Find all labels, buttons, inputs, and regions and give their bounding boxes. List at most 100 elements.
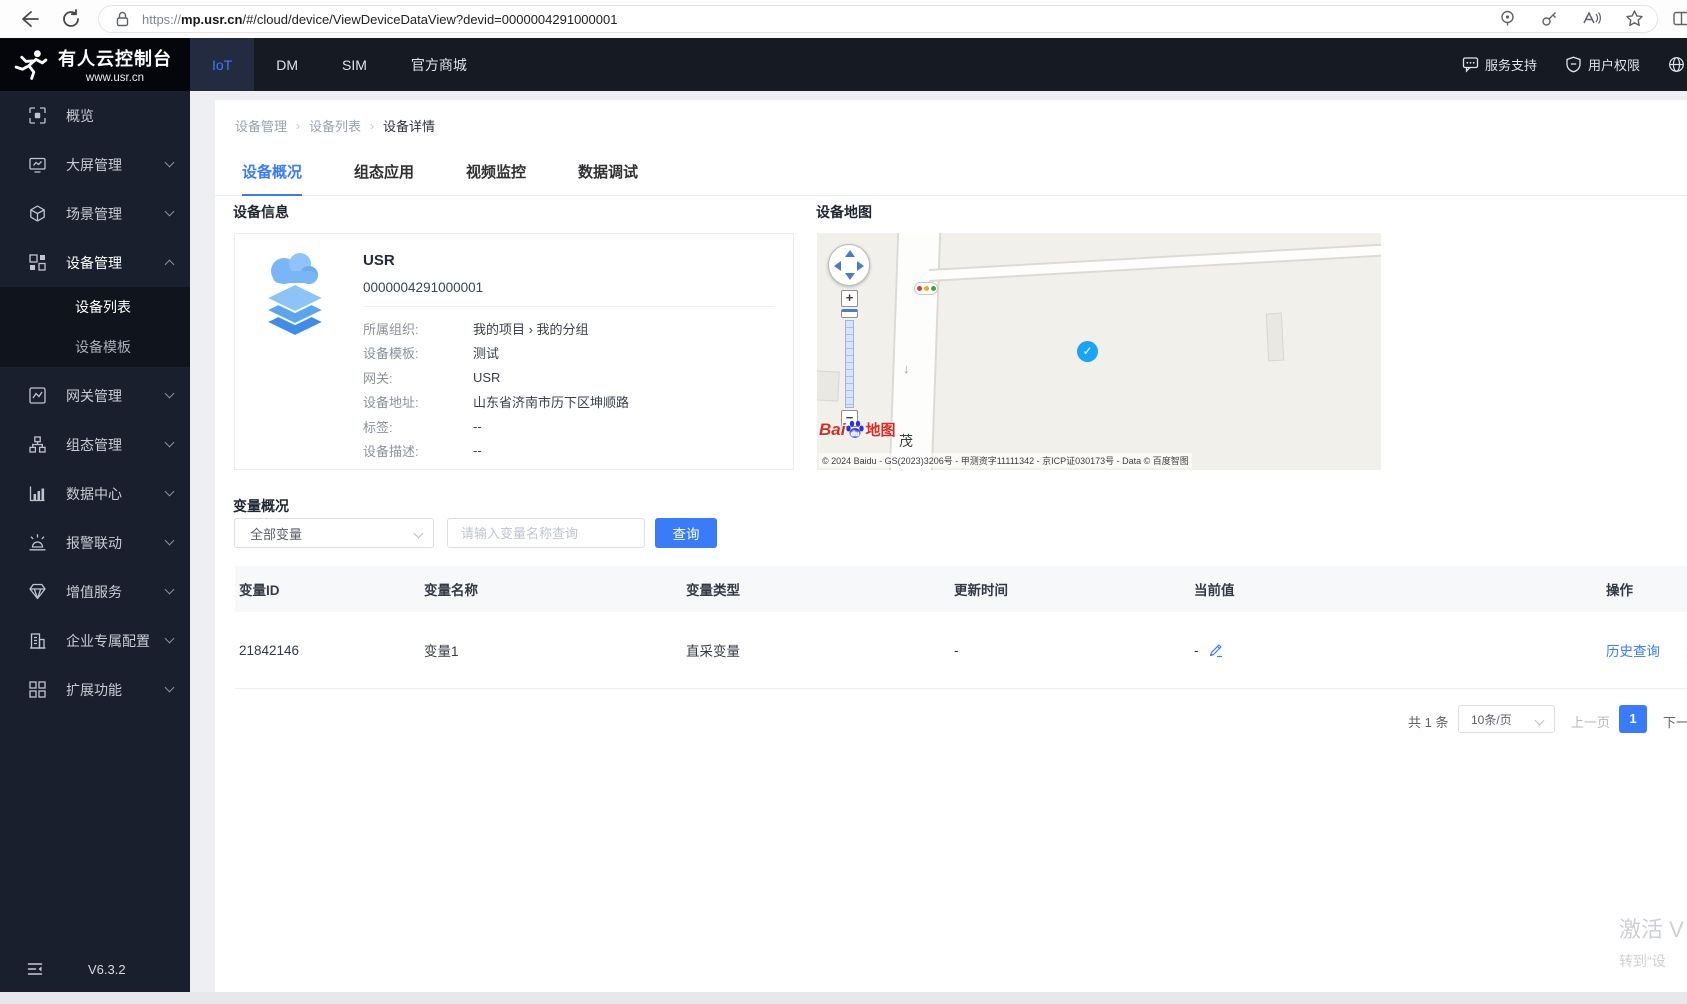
page-1-button[interactable]: 1 bbox=[1619, 705, 1647, 733]
field-value: 测试 bbox=[473, 346, 500, 362]
back-icon[interactable] bbox=[18, 8, 40, 30]
map-place-label: 茂 bbox=[899, 433, 913, 449]
read-aloud-icon[interactable] bbox=[1582, 9, 1601, 28]
refresh-icon[interactable] bbox=[60, 8, 82, 30]
device-image bbox=[263, 253, 327, 338]
history-query-link[interactable]: 历史查询 bbox=[1606, 640, 1660, 660]
sidebar-item-data-center[interactable]: 数据中心 bbox=[0, 469, 190, 518]
app-header: 有人云控制台 www.usr.cn IoT DM SIM 官方商城 服务支持 用… bbox=[0, 38, 1687, 91]
zoom-slider-track[interactable] bbox=[845, 320, 854, 408]
sidebar-item-scada-mgmt[interactable]: 组态管理 bbox=[0, 420, 190, 469]
tab-data-debug[interactable]: 数据调试 bbox=[578, 158, 638, 196]
chevron-down-icon bbox=[164, 206, 175, 217]
split-screen-icon[interactable] bbox=[1672, 9, 1687, 28]
chevron-down-icon bbox=[1534, 715, 1545, 726]
tab-device-overview[interactable]: 设备概况 bbox=[242, 158, 303, 196]
sidebar-item-alarm-linkage[interactable]: 报警联动 bbox=[0, 518, 190, 567]
baidu-logo: Bai du 地图 bbox=[819, 419, 895, 440]
nav-tab-dm[interactable]: DM bbox=[254, 38, 320, 91]
window-bottom-strip bbox=[0, 992, 1687, 1004]
zoom-in-button[interactable]: + bbox=[841, 290, 858, 307]
map-pan-control[interactable] bbox=[828, 244, 870, 286]
address-bar[interactable]: https://mp.usr.cn/#/cloud/device/ViewDev… bbox=[98, 5, 1658, 33]
zoom-slider-handle[interactable] bbox=[841, 309, 858, 318]
service-support-label: 服务支持 bbox=[1484, 58, 1537, 73]
baidu-logo-bai: Bai bbox=[819, 419, 846, 439]
pan-left-icon[interactable] bbox=[834, 261, 841, 271]
cube-icon bbox=[30, 205, 45, 222]
table-row: 21842146 变量1 直采变量 - - 历史查询 主 bbox=[235, 612, 1687, 689]
sidebar-item-device-mgmt[interactable]: 设备管理 bbox=[0, 238, 190, 287]
cell-variable-name: 变量1 bbox=[424, 644, 459, 659]
url-host: mp.usr.cn bbox=[181, 11, 243, 27]
user-permission-label: 用户权限 bbox=[1587, 58, 1640, 73]
key-icon[interactable] bbox=[1540, 9, 1559, 28]
field-row: 设备描述: -- bbox=[363, 439, 629, 464]
prev-page-button[interactable]: 上一页 bbox=[1571, 712, 1610, 731]
field-label: 网关: bbox=[363, 370, 393, 386]
sidebar-subitem-device-list[interactable]: 设备列表 bbox=[0, 287, 190, 327]
device-location-marker[interactable]: ✓ bbox=[1077, 341, 1098, 362]
device-info-card: USR 0000004291000001 所属组织: 我的项目 › 我的分组 设备… bbox=[234, 233, 794, 470]
sidebar-item-label: 场景管理 bbox=[66, 205, 122, 222]
map-copyright: © 2024 Baidu - GS(2023)3206号 - 甲测资字11111… bbox=[819, 453, 1192, 468]
breadcrumb-device-mgmt[interactable]: 设备管理 bbox=[235, 116, 287, 135]
sidebar-item-label: 组态管理 bbox=[66, 436, 122, 453]
globe-icon[interactable] bbox=[1668, 56, 1685, 73]
sidebar-item-overview[interactable]: 概览 bbox=[0, 91, 190, 140]
app-subtitle: www.usr.cn bbox=[85, 72, 145, 84]
logo[interactable]: 有人云控制台 www.usr.cn bbox=[0, 38, 190, 91]
next-page-button[interactable]: 下一页 bbox=[1663, 712, 1687, 731]
user-permission-link[interactable]: 用户权限 bbox=[1565, 55, 1640, 74]
service-support-link[interactable]: 服务支持 bbox=[1462, 55, 1537, 74]
gateway-chart-icon bbox=[29, 387, 46, 404]
url-text[interactable]: https://mp.usr.cn/#/cloud/device/ViewDev… bbox=[142, 12, 617, 27]
divider bbox=[363, 306, 775, 307]
nav-tab-iot[interactable]: IoT bbox=[190, 38, 255, 91]
cell-actions: 历史查询 主 bbox=[1602, 640, 1687, 660]
variable-filter-select[interactable]: 全部变量 bbox=[234, 518, 434, 548]
page-size-select[interactable]: 10条/页 bbox=[1458, 705, 1555, 733]
field-label: 所属组织: bbox=[363, 321, 419, 337]
tab-video-monitor[interactable]: 视频监控 bbox=[466, 158, 526, 196]
location-icon[interactable] bbox=[1498, 9, 1517, 28]
sidebar-item-gateway-mgmt[interactable]: 网关管理 bbox=[0, 371, 190, 420]
map-building bbox=[1265, 312, 1285, 362]
variable-search-input[interactable] bbox=[447, 518, 645, 548]
nav-tab-mall[interactable]: 官方商城 bbox=[389, 38, 489, 91]
traffic-light-icon bbox=[914, 282, 938, 295]
edit-pencil-icon[interactable] bbox=[1208, 642, 1224, 658]
collapse-sidebar-icon[interactable] bbox=[27, 961, 43, 977]
sidebar-item-label: 设备管理 bbox=[66, 254, 122, 271]
sidebar-subitem-device-template[interactable]: 设备模板 bbox=[0, 327, 190, 367]
pan-down-icon[interactable] bbox=[845, 273, 855, 280]
sidebar-item-screen-mgmt[interactable]: 大屏管理 bbox=[0, 140, 190, 189]
col-current-value: 当前值 bbox=[1194, 583, 1235, 598]
field-label: 设备模板: bbox=[363, 346, 419, 362]
sidebar-item-enterprise-config[interactable]: 企业专属配置 bbox=[0, 616, 190, 665]
tab-scada-app[interactable]: 组态应用 bbox=[354, 158, 414, 196]
bar-chart-icon bbox=[29, 486, 45, 502]
pan-right-icon[interactable] bbox=[857, 261, 864, 271]
breadcrumb-device-list[interactable]: 设备列表 bbox=[309, 116, 361, 135]
alarm-siren-icon bbox=[29, 534, 46, 551]
field-row: 所属组织: 我的项目 › 我的分组 bbox=[363, 316, 629, 341]
windows-activation-watermark: 激活 V 转到“设 bbox=[1619, 912, 1684, 971]
field-value: -- bbox=[473, 418, 482, 434]
pan-up-icon[interactable] bbox=[845, 250, 855, 257]
sidebar-item-value-added[interactable]: 增值服务 bbox=[0, 567, 190, 616]
field-value: 山东省济南市历下区坤顺路 bbox=[473, 395, 630, 411]
query-button[interactable]: 查询 bbox=[655, 518, 717, 548]
field-row: 设备地址: 山东省济南市历下区坤顺路 bbox=[363, 390, 629, 415]
chevron-up-icon bbox=[164, 259, 175, 270]
baidu-map[interactable]: ↓ + − ✓ 茂 Bai du 地图 © 2024 Baidu - GS(20… bbox=[817, 233, 1381, 470]
sidebar-item-scene-mgmt[interactable]: 场景管理 bbox=[0, 189, 190, 238]
sidebar-item-extensions[interactable]: 扩展功能 bbox=[0, 665, 190, 714]
favorite-star-icon[interactable] bbox=[1625, 9, 1644, 28]
url-path: /#/cloud/device/ViewDeviceDataView?devid… bbox=[242, 11, 618, 27]
detail-tabs: 设备概况 组态应用 视频监控 数据调试 bbox=[215, 158, 1687, 196]
device-grid-icon bbox=[29, 254, 46, 271]
nav-tab-sim[interactable]: SIM bbox=[320, 38, 389, 91]
lock-icon[interactable] bbox=[113, 10, 132, 29]
url-protocol: https:// bbox=[142, 11, 182, 27]
